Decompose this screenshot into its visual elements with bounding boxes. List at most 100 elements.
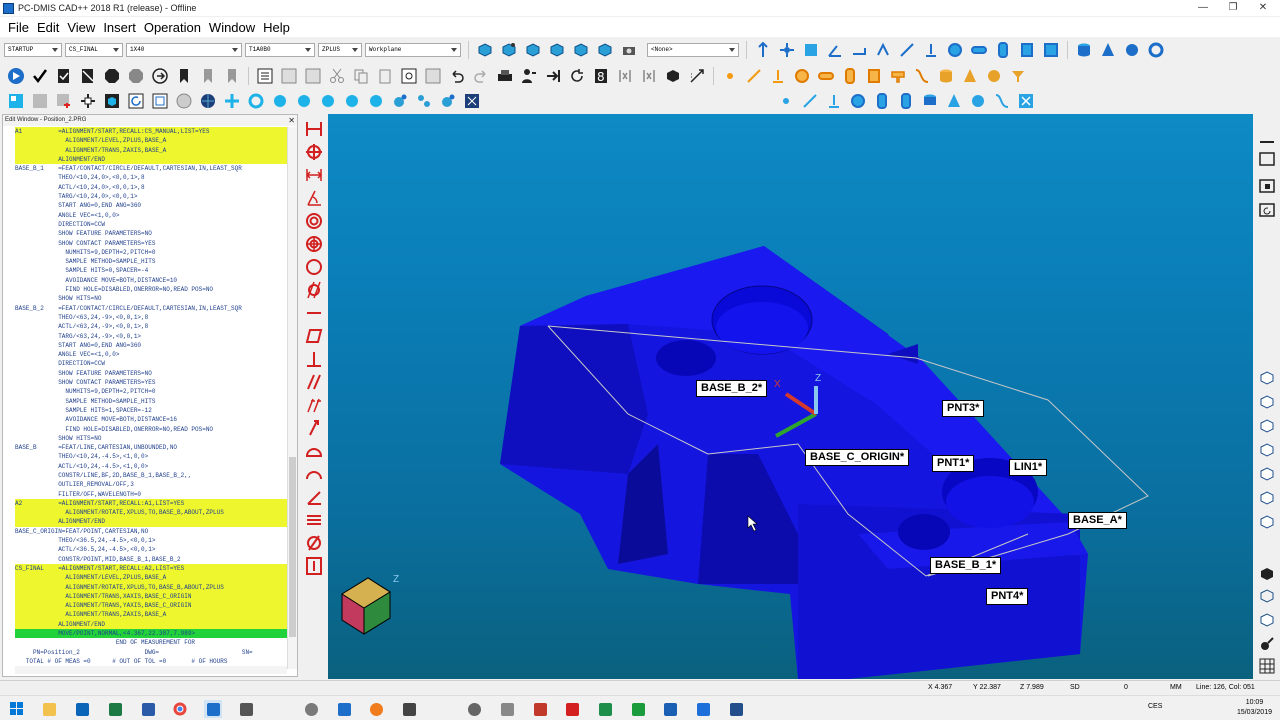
print-icon[interactable]: [495, 66, 515, 86]
tolerance-2-icon[interactable]: [639, 66, 659, 86]
step-icon[interactable]: [150, 66, 170, 86]
feature-label-base-c-origin[interactable]: BASE_C_ORIGIN*: [805, 449, 910, 466]
code-line[interactable]: A1 =ALIGNMENT/START,RECALL:CS_MANUAL,LIS…: [15, 127, 287, 137]
auto-line-icon[interactable]: [800, 91, 820, 111]
wire-cube-icon[interactable]: [1257, 586, 1277, 606]
code-line[interactable]: SHOW CONTACT PARAMETERS=YES: [15, 239, 287, 248]
stop-icon[interactable]: [102, 66, 122, 86]
diameter-icon[interactable]: [304, 533, 324, 553]
clock[interactable]: 10:09 15/03/2019: [1237, 698, 1272, 718]
auto-grid-icon[interactable]: [1016, 91, 1036, 111]
code-line[interactable]: START ANG=0,END ANG=360: [15, 341, 287, 350]
code-line[interactable]: BASE_B =FEAT/LINE,CARTESIAN,UNBOUNDED,NO: [15, 443, 287, 452]
code-line[interactable]: SHOW HITS=NO: [15, 434, 287, 443]
feature-label-base-b-1[interactable]: BASE_B_1*: [930, 557, 1002, 574]
code-line[interactable]: ALIGNMENT/ROTATE,XPLUS,TO,BASE_B,ABOUT,Z…: [15, 508, 287, 518]
app-icon-17[interactable]: [629, 700, 647, 718]
code-line[interactable]: CS_FINAL =ALIGNMENT/START,RECALL:A2,LIST…: [15, 563, 287, 574]
menu-help[interactable]: Help: [259, 20, 294, 35]
auto-cylinder-icon[interactable]: [920, 91, 940, 111]
app-icon-12[interactable]: [465, 700, 483, 718]
code-line[interactable]: CONSTR/LINE,BF,2D,BASE_B_1,BASE_B_2,,: [15, 471, 287, 480]
code-line[interactable]: BASE_B_1 =FEAT/CONTACT/CIRCLE/DEFAULT,CA…: [15, 164, 287, 173]
rotate-3d-icon[interactable]: [270, 91, 290, 111]
pause-icon[interactable]: [126, 66, 146, 86]
code-line[interactable]: OUTLIER_REMOVAL/OFF,3: [15, 480, 287, 489]
file-explorer-icon[interactable]: [40, 700, 58, 718]
cad-hide-icon[interactable]: [30, 91, 50, 111]
operator-icon[interactable]: [519, 66, 539, 86]
app-icon-18[interactable]: [661, 700, 679, 718]
app-icon-14[interactable]: [531, 700, 549, 718]
select-multi-icon[interactable]: [414, 91, 434, 111]
code-line[interactable]: ALIGNMENT/END: [15, 517, 287, 527]
code-line[interactable]: ALIGNMENT/ROTATE,XPLUS,TO,BASE_B,ABOUT,Z…: [15, 582, 287, 592]
bookmark-next-icon[interactable]: [198, 66, 218, 86]
edge-point-icon[interactable]: [849, 40, 869, 60]
code-line[interactable]: BASE_B_2 =FEAT/CONTACT/CIRCLE/DEFAULT,CA…: [15, 304, 287, 313]
code-line[interactable]: AVOIDANCE MOVE=BOTH,DISTANCE=10: [15, 276, 287, 285]
auto-sphere-icon[interactable]: [968, 91, 988, 111]
code-line[interactable]: CONSTR/POINT,MID,BASE_B_1,BASE_B_2: [15, 555, 287, 564]
distance-icon[interactable]: [304, 165, 324, 185]
grid-icon[interactable]: [279, 66, 299, 86]
edit-window-icon[interactable]: [399, 66, 419, 86]
angle-dim-icon[interactable]: [304, 188, 324, 208]
code-line[interactable]: ACTL/<10,24,0>,<0,0,1>,8: [15, 183, 287, 192]
perpendicularity-icon[interactable]: [304, 349, 324, 369]
jump-icon[interactable]: [543, 66, 563, 86]
probe-setup-icon[interactable]: [438, 91, 458, 111]
code-line[interactable]: ACTL/<10,24,-4.5>,<1,0,0>: [15, 462, 287, 471]
code-line[interactable]: THEO/<10,24,0>,<0,0,1>,8: [15, 173, 287, 182]
alignment-combo[interactable]: CS_FINAL: [65, 43, 123, 57]
coaxiality-icon[interactable]: [304, 234, 324, 254]
measure-arrow-icon[interactable]: [753, 40, 773, 60]
total-runout-icon[interactable]: [304, 395, 324, 415]
code-line[interactable]: ALIGNMENT/TRANS,XAXIS,BASE_C_ORIGIN: [15, 591, 287, 602]
start-icon[interactable]: [8, 700, 26, 718]
bookmark-icon[interactable]: [174, 66, 194, 86]
slot-icon[interactable]: [969, 40, 989, 60]
construct-cylinder-icon[interactable]: [936, 66, 956, 86]
clear-marked-icon[interactable]: [78, 66, 98, 86]
code-line[interactable]: BASE_C_ORIGIN=FEAT/POINT,CARTESIAN,NO: [15, 527, 287, 536]
cylindricity-icon[interactable]: [304, 280, 324, 300]
cad-add-icon[interactable]: [54, 91, 74, 111]
construct-curve-icon[interactable]: [912, 66, 932, 86]
concentricity-icon[interactable]: [304, 211, 324, 231]
view-front-cube-icon[interactable]: [1257, 368, 1277, 388]
scrollbar-thumb[interactable]: [289, 457, 296, 637]
view-multi-icon[interactable]: [499, 40, 519, 60]
view-top-cube-icon[interactable]: [1257, 464, 1277, 484]
tip-combo[interactable]: T1A0B0: [245, 43, 315, 57]
view-bottom-cube-icon[interactable]: [1257, 488, 1277, 508]
profile-surface-icon[interactable]: [304, 441, 324, 461]
corner-point-icon[interactable]: [873, 40, 893, 60]
feature-label-pnt1[interactable]: PNT1*: [932, 455, 975, 472]
move-icon[interactable]: [78, 91, 98, 111]
code-line[interactable]: NUMHITS=9,DEPTH=2,PITCH=0: [15, 387, 287, 396]
parallelism-icon[interactable]: [304, 372, 324, 392]
vertical-scrollbar[interactable]: [287, 127, 297, 669]
line-icon[interactable]: [897, 40, 917, 60]
construct-circle-icon[interactable]: [792, 66, 812, 86]
symmetry-icon[interactable]: [304, 510, 324, 530]
view-left-cube-icon[interactable]: [1257, 416, 1277, 436]
auto-point-icon[interactable]: [776, 91, 796, 111]
code-line[interactable]: TARG/<10,24,0>,<0,0,1>: [15, 192, 287, 201]
code-line[interactable]: ALIGNMENT/TRANS,ZAXIS,BASE_A: [15, 145, 287, 155]
app-icon-19[interactable]: [694, 700, 712, 718]
code-line[interactable]: SAMPLE METHOD=SAMPLE_HITS: [15, 257, 287, 266]
code-line[interactable]: ACTL/<36.5,24,-4.5>,<0,0,1>: [15, 545, 287, 554]
code-line[interactable]: SHOW CONTACT PARAMETERS=YES: [15, 378, 287, 387]
auto-notch-icon[interactable]: [896, 91, 916, 111]
mark-all-icon[interactable]: [54, 66, 74, 86]
auto-cone-icon[interactable]: [944, 91, 964, 111]
construct-notch-icon[interactable]: [840, 66, 860, 86]
spin-icon[interactable]: [318, 91, 338, 111]
startup-combo[interactable]: STARTUP: [4, 43, 62, 57]
code-line[interactable]: TARG/<63,24,-9>,<0,0,1>: [15, 332, 287, 341]
angularity-icon[interactable]: [304, 487, 324, 507]
edit-window-close-icon[interactable]: ✕: [288, 115, 295, 126]
code-line[interactable]: FILTER/OFF,WAVELENGTH=0: [15, 490, 287, 499]
